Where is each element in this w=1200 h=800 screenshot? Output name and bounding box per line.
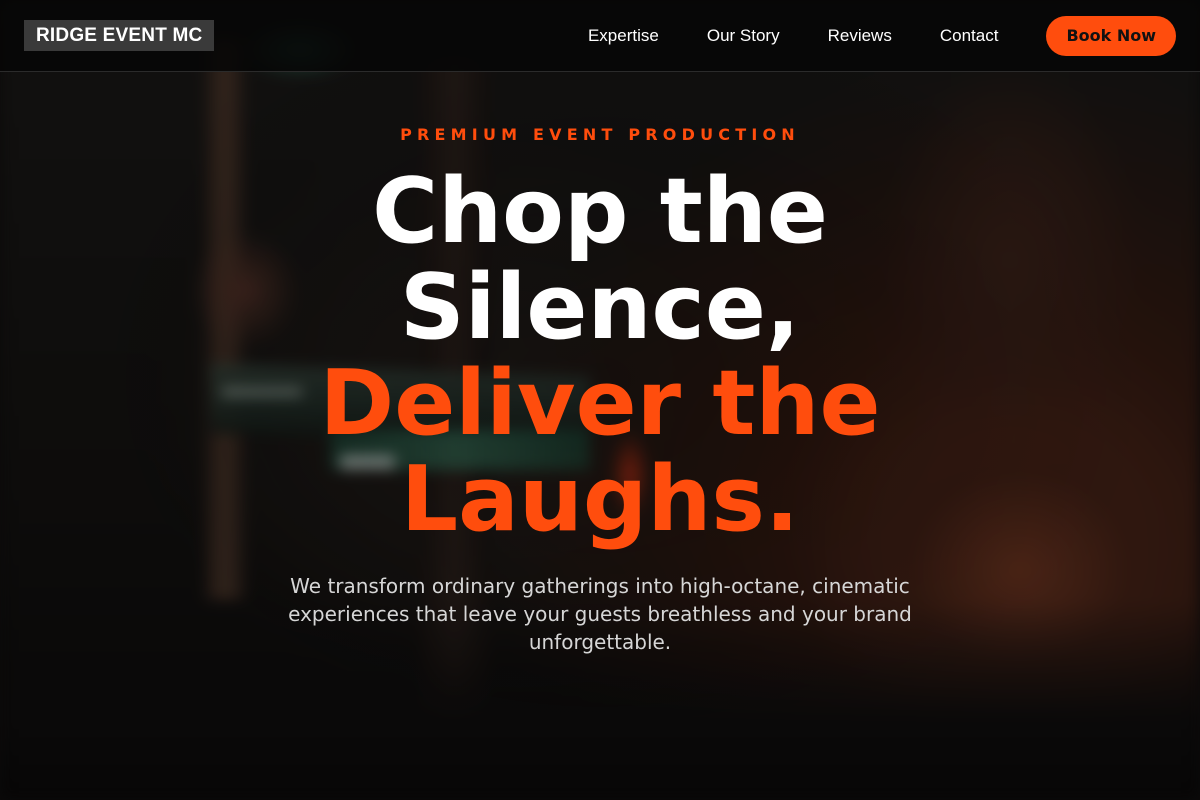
hero-headline: Chop the Silence, Deliver the Laughs. bbox=[200, 164, 1000, 548]
nav-link-our-story[interactable]: Our Story bbox=[707, 26, 780, 46]
nav-link-reviews[interactable]: Reviews bbox=[828, 26, 892, 46]
hero-eyebrow: PREMIUM EVENT PRODUCTION bbox=[400, 125, 800, 144]
top-navigation: RIDGE EVENT MC Expertise Our Story Revie… bbox=[0, 0, 1200, 72]
hero-section: PREMIUM EVENT PRODUCTION Chop the Silenc… bbox=[0, 72, 1200, 800]
headline-line-2: Silence, bbox=[399, 255, 801, 360]
headline-line-1: Chop the bbox=[372, 159, 828, 264]
nav-links: Expertise Our Story Reviews Contact Book… bbox=[588, 16, 1176, 56]
brand-logo[interactable]: RIDGE EVENT MC bbox=[24, 20, 215, 51]
headline-accent-line-2: Laughs. bbox=[400, 447, 800, 552]
nav-link-contact[interactable]: Contact bbox=[940, 26, 999, 46]
page: RIDGE EVENT MC Expertise Our Story Revie… bbox=[0, 0, 1200, 800]
headline-accent-line-1: Deliver the bbox=[319, 351, 881, 456]
nav-link-expertise[interactable]: Expertise bbox=[588, 26, 659, 46]
book-now-button[interactable]: Book Now bbox=[1046, 16, 1176, 56]
hero-subtext: We transform ordinary gatherings into hi… bbox=[288, 574, 912, 654]
